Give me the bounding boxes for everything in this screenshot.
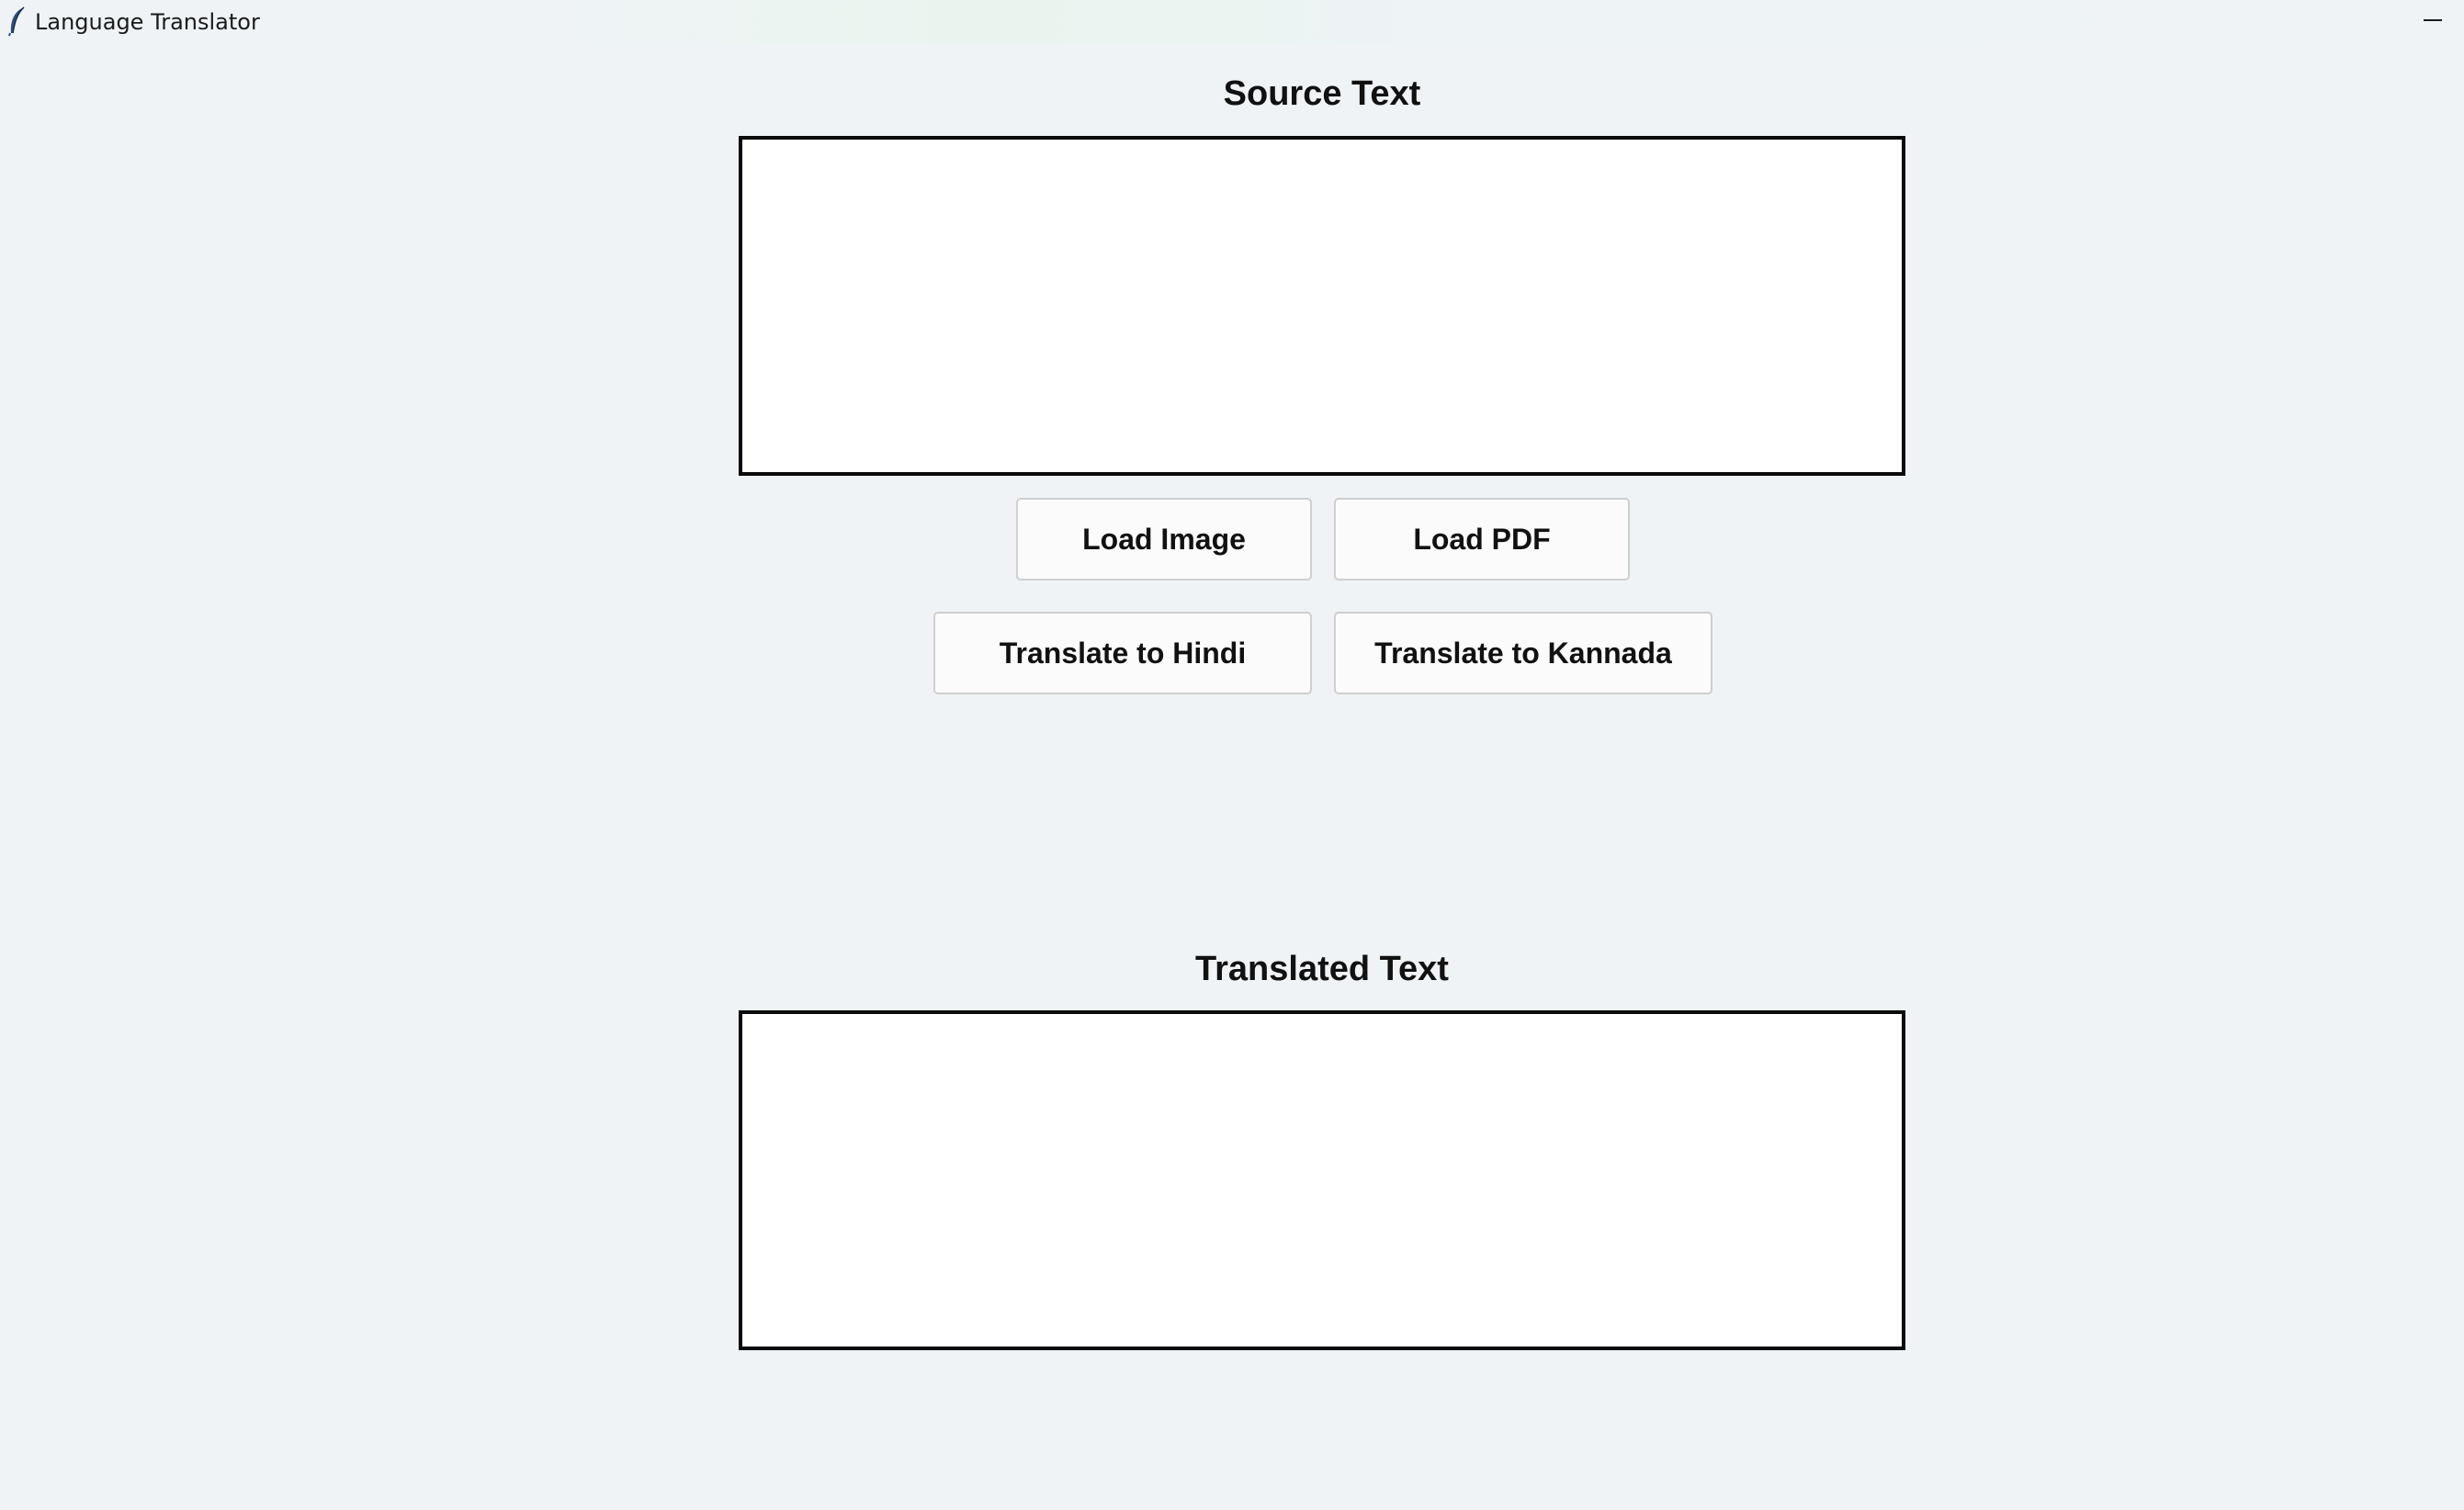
feather-icon [6, 6, 28, 37]
translated-text-heading: Translated Text [1195, 950, 1449, 988]
minimize-icon [2424, 19, 2442, 21]
window-title: Language Translator [35, 9, 260, 35]
load-image-button[interactable]: Load Image [1016, 498, 1312, 580]
translate-kannada-button[interactable]: Translate to Kannada [1334, 612, 1712, 694]
load-pdf-button[interactable]: Load PDF [1334, 498, 1630, 580]
source-text-input[interactable] [739, 136, 1905, 476]
minimize-button[interactable] [2405, 0, 2457, 40]
source-text-heading: Source Text [1223, 74, 1421, 113]
translated-text-output[interactable] [739, 1010, 1905, 1350]
app-window: Language Translator Source Text Load Ima… [0, 0, 2464, 1510]
title-bar: Language Translator [0, 0, 2464, 44]
translate-hindi-button[interactable]: Translate to Hindi [933, 612, 1312, 694]
